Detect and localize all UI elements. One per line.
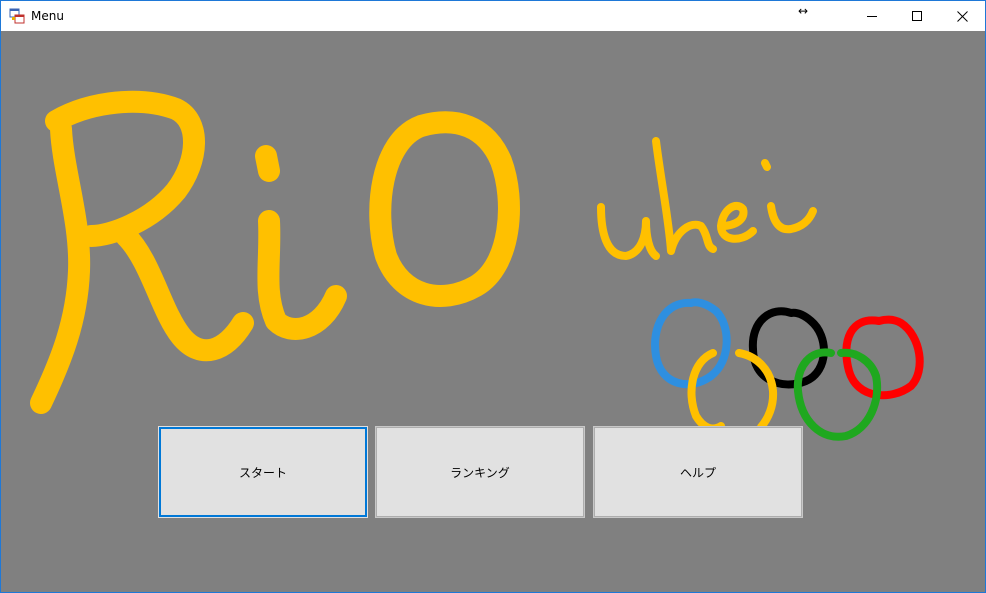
close-icon (956, 10, 968, 22)
blue-ring (651, 298, 731, 389)
menu-canvas: スタート ランキング ヘルプ (1, 31, 985, 592)
subtitle-uhei-drawing (597, 137, 817, 260)
app-window: Menu ↔ スタート ランキング ヘルプ (0, 0, 986, 593)
start-button[interactable]: スタート (158, 426, 368, 518)
minimize-button[interactable] (849, 1, 895, 31)
olympic-rings-drawing (651, 298, 924, 441)
ranking-button[interactable]: ランキング (375, 426, 585, 518)
yellow-ring-right (735, 349, 778, 431)
help-button[interactable]: ヘルプ (593, 426, 803, 518)
minimize-icon (867, 16, 877, 17)
window-title: Menu (31, 9, 64, 23)
maximize-button[interactable] (894, 1, 940, 31)
close-button[interactable] (939, 1, 985, 31)
maximize-icon (912, 11, 922, 21)
title-bar[interactable]: Menu ↔ (1, 1, 985, 31)
app-icon[interactable] (9, 8, 25, 24)
logo-rio-drawing (30, 90, 520, 414)
resize-cursor-icon: ↔ (798, 4, 809, 18)
